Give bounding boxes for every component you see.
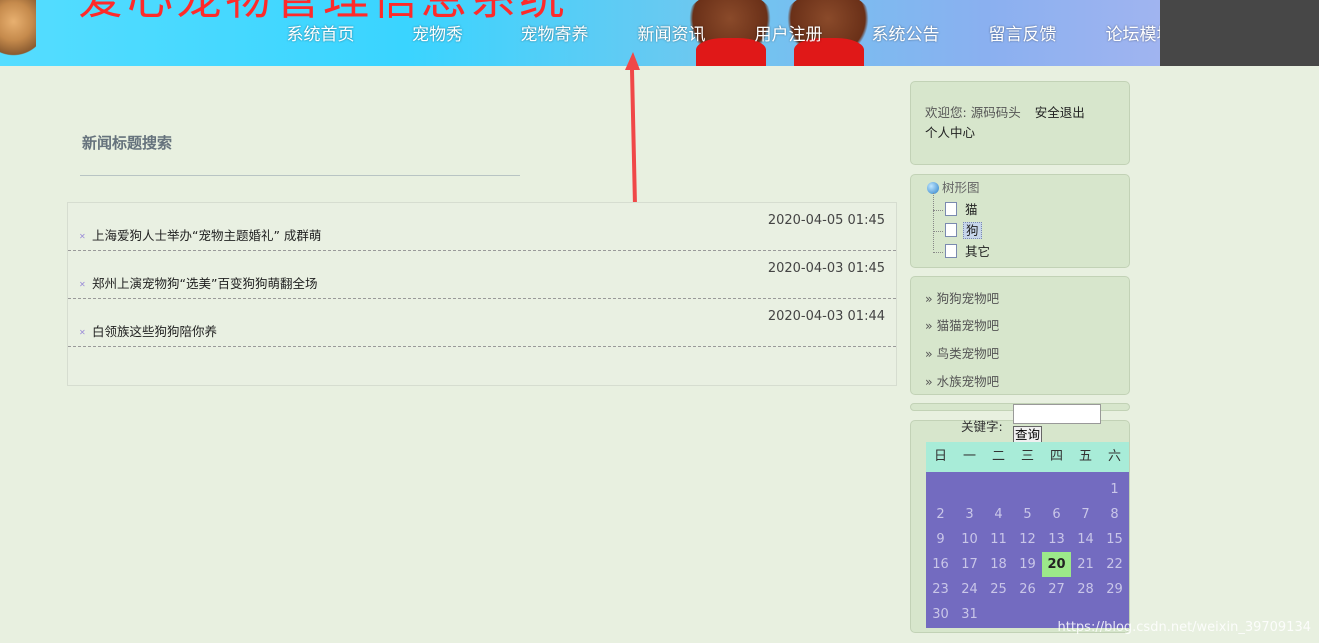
document-icon [945, 244, 957, 258]
calendar-panel: 关键字: 查询 日 一 二 三 四 五 六 1 2 3 4 5 6 7 8 9 10 11 12 13 1… [910, 404, 1130, 633]
tree-node-dog[interactable]: 狗 [933, 220, 982, 239]
calendar-day[interactable]: 21 [1071, 552, 1100, 577]
forum-links-panel: » 狗狗宠物吧 » 猫猫宠物吧 » 鸟类宠物吧 » 水族宠物吧 [910, 276, 1130, 395]
calendar-day[interactable]: 5 [1013, 502, 1042, 527]
tree-branch [933, 231, 943, 232]
calendar-day[interactable]: 13 [1042, 527, 1071, 552]
weekday-label: 三 [1020, 449, 1034, 464]
list-item: ✕ 上海爱狗人士举办“宠物主题婚礼” 成群萌 2020-04-05 01:45 [68, 203, 896, 251]
search-divider [80, 175, 520, 176]
nav-register[interactable]: 用户注册 [730, 22, 847, 48]
calendar-day[interactable]: 14 [1071, 527, 1100, 552]
calendar-day[interactable]: 29 [1100, 577, 1129, 602]
calendar-day[interactable]: 11 [984, 527, 1013, 552]
calendar-day[interactable]: 28 [1071, 577, 1100, 602]
calendar-day[interactable]: 1 [1100, 477, 1129, 502]
nav-home[interactable]: 系统首页 [262, 22, 379, 48]
news-date: 2020-04-03 01:44 [767, 309, 885, 324]
keyword-label: 关键字: [961, 419, 1003, 434]
tree-node-label: 狗 [963, 222, 982, 239]
calendar-day[interactable]: 26 [1013, 577, 1042, 602]
weekday-label: 四 [1049, 449, 1063, 464]
news-title-link[interactable]: 上海爱狗人士举办“宠物主题婚礼” 成群萌 [92, 225, 321, 244]
document-icon [945, 223, 957, 237]
calendar-day[interactable]: 23 [926, 577, 955, 602]
tree-branch [933, 210, 943, 211]
calendar-day[interactable]: 31 [955, 602, 984, 627]
nav-pet-boarding[interactable]: 宠物寄养 [496, 22, 613, 48]
calendar-day[interactable]: 17 [955, 552, 984, 577]
link-aquatic-forum[interactable]: » 水族宠物吧 [925, 371, 999, 390]
calendar-day[interactable]: 3 [955, 502, 984, 527]
calendar-day[interactable]: 18 [984, 552, 1013, 577]
calendar-today[interactable]: 20 [1042, 552, 1071, 577]
calendar-day[interactable]: 12 [1013, 527, 1042, 552]
calendar-day[interactable]: 30 [926, 602, 955, 627]
list-item: ✕ 郑州上演宠物狗“选美”百变狗狗萌翻全场 2020-04-03 01:45 [68, 251, 896, 299]
list-item: ✕ 白领族这些狗狗陪你养 2020-04-03 01:44 [68, 299, 896, 347]
tree-node-cat[interactable]: 猫 [933, 199, 980, 218]
tree-node-label: 其它 [965, 244, 991, 259]
tree-panel: 树形图 猫 狗 其它 [910, 174, 1130, 268]
main-nav: 系统首页 宠物秀 宠物寄养 新闻资讯 用户注册 系统公告 留言反馈 论坛模块 [262, 22, 1161, 48]
link-bird-forum[interactable]: » 鸟类宠物吧 [925, 343, 999, 362]
tree-branch [933, 252, 943, 253]
calendar-day[interactable]: 15 [1100, 527, 1129, 552]
user-center-link[interactable]: 个人中心 [925, 122, 975, 141]
calendar-day[interactable]: 10 [955, 527, 984, 552]
news-title-link[interactable]: 白领族这些狗狗陪你养 [92, 321, 217, 340]
nav-forum[interactable]: 论坛模块 [1081, 22, 1161, 48]
welcome-panel: 欢迎您: 源码码头 安全退出 个人中心 [910, 81, 1130, 165]
weekday-label: 一 [962, 449, 976, 464]
calendar-day[interactable]: 2 [926, 502, 955, 527]
calendar-day[interactable]: 6 [1042, 502, 1071, 527]
tree-node-label: 猫 [965, 202, 978, 217]
bullet-icon: ✕ [79, 328, 86, 337]
news-date: 2020-04-05 01:45 [767, 213, 885, 228]
calendar-day[interactable]: 8 [1100, 502, 1129, 527]
keyword-input[interactable] [1013, 404, 1101, 424]
username: 源码码头 [970, 105, 1021, 120]
news-date: 2020-04-03 01:45 [767, 261, 885, 276]
calendar-day[interactable]: 4 [984, 502, 1013, 527]
calendar-day[interactable]: 16 [926, 552, 955, 577]
calendar-day[interactable]: 24 [955, 577, 984, 602]
calendar-days: 1 2 3 4 5 6 7 8 9 10 11 12 13 14 15 16 17 18 19 20 21 22 23 24 2… [926, 472, 1129, 628]
weekday-label: 二 [991, 449, 1005, 464]
nav-feedback[interactable]: 留言反馈 [964, 22, 1081, 48]
nav-announcements[interactable]: 系统公告 [847, 22, 964, 48]
news-list: ✕ 上海爱狗人士举办“宠物主题婚礼” 成群萌 2020-04-05 01:45 … [67, 202, 897, 386]
nav-pet-show[interactable]: 宠物秀 [379, 22, 496, 48]
watermark: https://blog.csdn.net/weixin_39709134 [1057, 620, 1311, 635]
welcome-line: 欢迎您: 源码码头 安全退出 [925, 102, 1085, 121]
calendar-day[interactable]: 22 [1100, 552, 1129, 577]
link-cat-forum[interactable]: » 猫猫宠物吧 [925, 315, 999, 334]
weekday-label: 六 [1107, 449, 1121, 464]
logout-link[interactable]: 安全退出 [1035, 105, 1085, 120]
tree-node-other[interactable]: 其它 [933, 241, 992, 260]
header-dark-strip [1160, 0, 1319, 66]
weekday-label: 日 [933, 449, 947, 464]
calendar-weekday-header: 日 一 二 三 四 五 六 [926, 442, 1129, 472]
link-dog-forum[interactable]: » 狗狗宠物吧 [925, 288, 999, 307]
kitten-image [0, 0, 36, 60]
bullet-icon: ✕ [79, 232, 86, 241]
calendar: 日 一 二 三 四 五 六 1 2 3 4 5 6 7 8 9 10 11 12 13 14 15 16 17 1… [926, 442, 1129, 628]
bullet-icon: ✕ [79, 280, 86, 289]
calendar-day[interactable]: 25 [984, 577, 1013, 602]
header-banner: 爱心宠物管理信息系统 系统首页 宠物秀 宠物寄养 新闻资讯 用户注册 系统公告 … [0, 0, 1160, 66]
welcome-prefix: 欢迎您: [925, 105, 967, 120]
nav-news[interactable]: 新闻资讯 [613, 22, 730, 48]
tree-root-label: 树形图 [942, 180, 980, 195]
news-title-link[interactable]: 郑州上演宠物狗“选美”百变狗狗萌翻全场 [92, 273, 317, 292]
calendar-day[interactable]: 27 [1042, 577, 1071, 602]
document-icon [945, 202, 957, 216]
calendar-day[interactable]: 9 [926, 527, 955, 552]
weekday-label: 五 [1078, 449, 1092, 464]
news-search-title: 新闻标题搜索 [82, 134, 173, 152]
calendar-day[interactable]: 7 [1071, 502, 1100, 527]
calendar-day[interactable]: 19 [1013, 552, 1042, 577]
